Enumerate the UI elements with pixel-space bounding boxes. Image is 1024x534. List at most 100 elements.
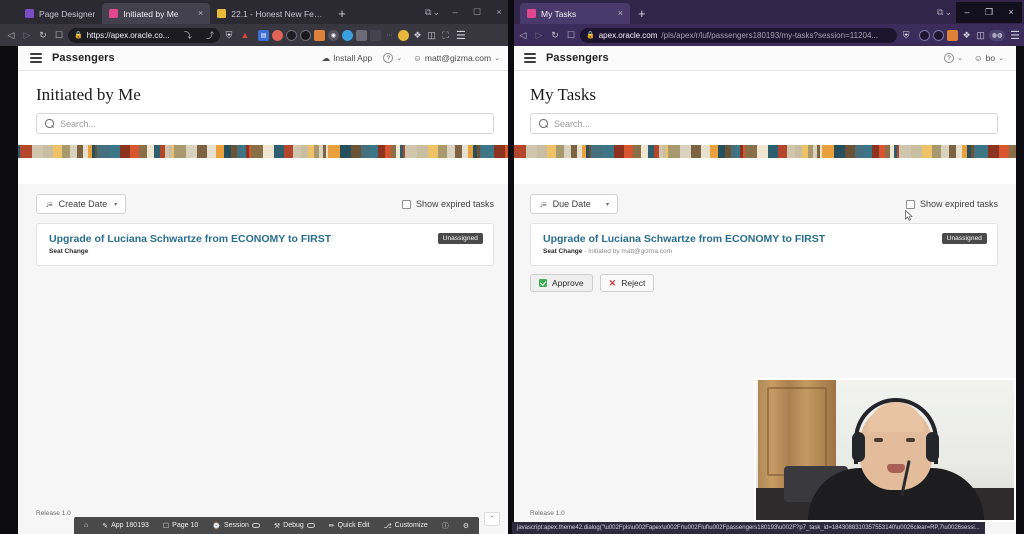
- task-card[interactable]: Upgrade of Luciana Schwartze from ECONOM…: [36, 223, 494, 266]
- extension-icon[interactable]: [933, 29, 945, 41]
- sort-label: Create Date: [58, 199, 108, 209]
- reject-label: Reject: [621, 278, 646, 288]
- tab-page-designer[interactable]: Page Designer: [18, 3, 102, 24]
- task-list-right: Upgrade of Luciana Schwartze from ECONOM…: [512, 223, 1016, 266]
- approve-button[interactable]: Approve: [530, 274, 593, 292]
- tab-label: My Tasks: [541, 8, 577, 19]
- url-text: https://apex.oracle.co...: [86, 30, 170, 40]
- shield-icon[interactable]: ⛨: [899, 28, 913, 42]
- toggle-icon[interactable]: [251, 523, 260, 528]
- webcam-overlay[interactable]: [754, 378, 1016, 522]
- bookmark-icon[interactable]: ☐: [564, 28, 578, 42]
- back-icon[interactable]: ◁: [516, 28, 530, 42]
- toggle-icon[interactable]: [306, 523, 315, 528]
- new-tab-button[interactable]: +: [630, 4, 654, 24]
- reload-icon[interactable]: ↻: [36, 28, 50, 42]
- show-expired-tasks-toggle[interactable]: Show expired tasks: [905, 199, 998, 209]
- dev-home-button[interactable]: ⌂: [77, 517, 95, 534]
- dev-session-button[interactable]: ⌚ Session: [205, 517, 267, 534]
- close-window-button[interactable]: ×: [1000, 1, 1022, 23]
- user-menu-button[interactable]: ☺ bo ⌄: [974, 53, 1004, 63]
- forward-icon[interactable]: ▷: [20, 28, 34, 42]
- task-title[interactable]: Upgrade of Luciana Schwartze from ECONOM…: [543, 233, 985, 245]
- user-menu-button[interactable]: ☺ matt@gizma.com ⌄: [413, 53, 500, 63]
- cast-icon-group[interactable]: ⧉ ⌄: [425, 7, 440, 18]
- show-expired-tasks-toggle[interactable]: Show expired tasks: [401, 199, 494, 209]
- back-icon[interactable]: ◁: [4, 28, 18, 42]
- checkbox-icon[interactable]: [401, 199, 411, 209]
- close-icon[interactable]: ×: [194, 9, 203, 18]
- address-bar-left[interactable]: 🔒 https://apex.oracle.co... ⤵ ⤴: [68, 27, 220, 43]
- close-window-button[interactable]: ×: [488, 2, 510, 23]
- sort-button[interactable]: ↓≡ Create Date ▾: [36, 194, 127, 214]
- extension-icon[interactable]: [370, 29, 381, 41]
- address-bar-right[interactable]: 🔒 apex.oracle.com /pls/apex/r/luf/passen…: [580, 27, 898, 43]
- puzzle-extension-icon[interactable]: ❖: [412, 30, 423, 41]
- tab-initiated-by-me[interactable]: Initiated by Me ×: [102, 3, 211, 24]
- minimize-button[interactable]: –: [956, 1, 978, 23]
- maximize-button[interactable]: ❐: [978, 1, 1000, 23]
- install-app-button[interactable]: ☁ Install App: [322, 53, 373, 64]
- sort-icon: ↓≡: [539, 199, 547, 209]
- dev-info-button[interactable]: ⓘ: [435, 517, 456, 534]
- new-tab-button[interactable]: +: [330, 4, 354, 24]
- sidebar-icon[interactable]: ◫: [975, 30, 986, 41]
- extension-icon[interactable]: [356, 29, 367, 41]
- page-body-left: Initiated by Me Search... ↓≡ Create Date…: [18, 71, 512, 534]
- extension-icon[interactable]: [947, 29, 959, 41]
- extension-icon[interactable]: [286, 29, 297, 41]
- puzzle-extension-icon[interactable]: ❖: [961, 30, 972, 41]
- youtube-favicon-icon: [217, 9, 227, 18]
- apex-favicon-icon: [527, 9, 536, 18]
- reload-icon[interactable]: ↻: [548, 28, 562, 42]
- sidebar-icon[interactable]: ◫: [426, 30, 437, 41]
- install-app-label: Install App: [333, 53, 373, 63]
- tab-my-tasks[interactable]: My Tasks ×: [520, 3, 630, 24]
- checkbox-icon[interactable]: [905, 199, 915, 209]
- dev-settings-button[interactable]: ⚙: [456, 517, 476, 534]
- bookmark-icon[interactable]: ☐: [52, 28, 66, 42]
- help-button[interactable]: ? ⌄: [944, 53, 963, 63]
- reject-button[interactable]: ✕ Reject: [599, 274, 655, 292]
- minimize-button[interactable]: –: [444, 2, 466, 23]
- maximize-button[interactable]: ☐: [466, 2, 488, 23]
- dev-app-button[interactable]: ✎ App 180193: [95, 517, 156, 534]
- dev-page-button[interactable]: ☐ Page 10: [156, 517, 205, 534]
- shield-icon[interactable]: ⛨: [222, 28, 236, 42]
- sort-button[interactable]: ↓≡ Due Date ▾: [530, 194, 618, 214]
- hamburger-icon[interactable]: [524, 53, 536, 63]
- hamburger-icon[interactable]: [30, 53, 42, 63]
- apex-favicon-icon: [25, 9, 34, 18]
- forward-icon[interactable]: ▷: [532, 28, 546, 42]
- alert-icon[interactable]: ▲: [238, 28, 252, 42]
- close-icon[interactable]: ×: [614, 9, 623, 18]
- mouse-cursor: [905, 210, 913, 221]
- extension-icon[interactable]: [272, 29, 283, 41]
- extension-icon[interactable]: [314, 29, 325, 41]
- dev-debug-button[interactable]: ⚒ Debug: [267, 517, 322, 534]
- extension-icon[interactable]: ▤: [258, 29, 269, 41]
- cast-icon-group[interactable]: ⧉ ⌄: [937, 7, 952, 18]
- show-expired-label: Show expired tasks: [919, 199, 998, 209]
- task-card[interactable]: Upgrade of Luciana Schwartze from ECONOM…: [530, 223, 998, 266]
- dev-customize-button[interactable]: ⎇ Customize: [377, 517, 435, 534]
- browser-menu-icon[interactable]: ☰: [1010, 29, 1020, 42]
- dev-quick-edit-button[interactable]: ✏ Quick Edit: [322, 517, 377, 534]
- task-title[interactable]: Upgrade of Luciana Schwartze from ECONOM…: [49, 233, 481, 245]
- save-page-icon[interactable]: ⤵: [180, 30, 192, 41]
- reader-extension-icon[interactable]: ◍◍: [989, 29, 1006, 41]
- search-input[interactable]: Search...: [36, 113, 494, 134]
- extension-icon[interactable]: [300, 29, 311, 41]
- extension-icon[interactable]: [398, 29, 409, 41]
- search-input[interactable]: Search...: [530, 113, 998, 134]
- browser-menu-icon[interactable]: ☰: [456, 29, 466, 42]
- screenshot-icon[interactable]: ⛶: [440, 30, 451, 41]
- extension-icon[interactable]: [342, 29, 353, 41]
- help-button[interactable]: ? ⌄: [383, 53, 402, 63]
- back-to-top-button[interactable]: ⌃: [484, 512, 500, 526]
- share-icon[interactable]: ⤴: [202, 30, 214, 41]
- tab-youtube[interactable]: 22.1 - Honest New Features - Goog: [210, 3, 330, 24]
- more-extensions-icon[interactable]: ⋯: [384, 30, 395, 41]
- camera-extension-icon[interactable]: ◉: [328, 29, 339, 41]
- extension-icon[interactable]: [919, 29, 931, 41]
